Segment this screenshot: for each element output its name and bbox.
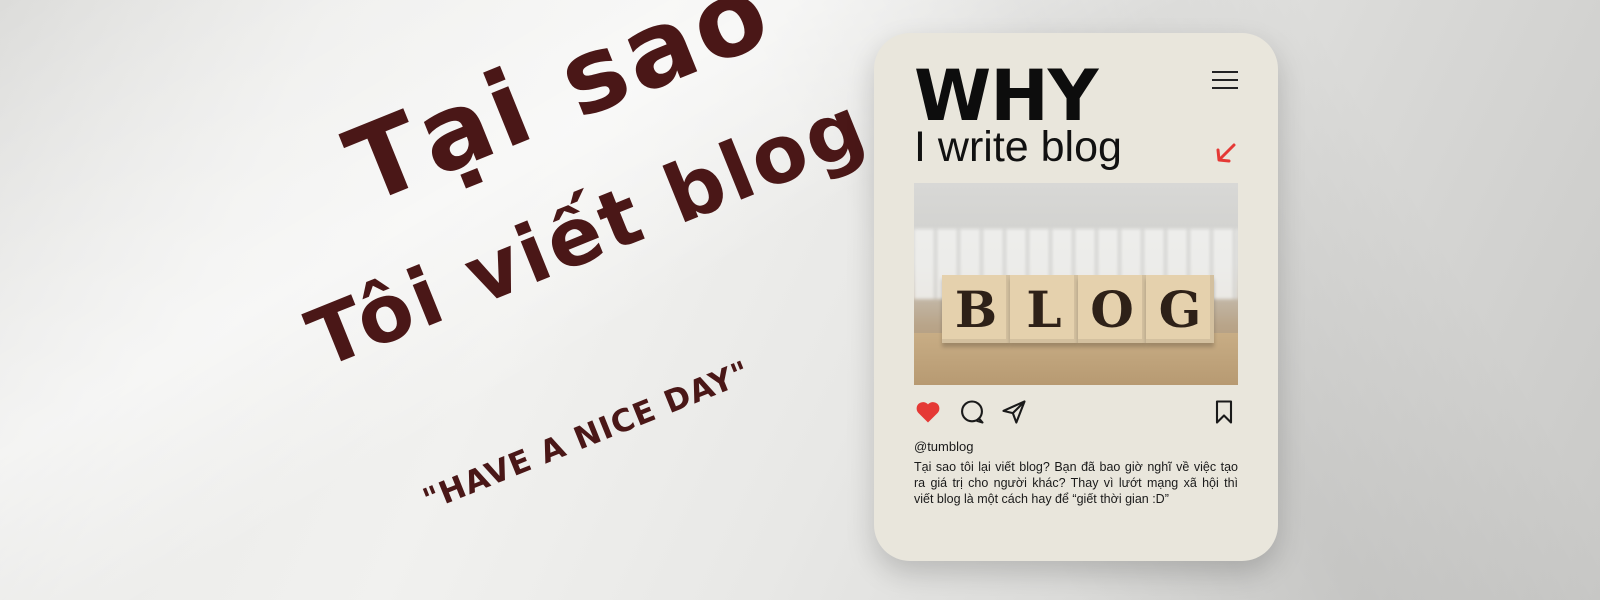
post-photo: B L O G [914, 183, 1238, 385]
post-caption: Tại sao tôi lại viết blog? Bạn đã bao gi… [914, 460, 1238, 506]
letter-block: G [1146, 275, 1214, 343]
post-handle[interactable]: @tumblog [914, 439, 973, 454]
post-actions [914, 398, 1238, 426]
menu-icon[interactable] [1212, 71, 1238, 89]
heart-icon[interactable] [914, 398, 942, 426]
arrow-down-left-icon [1216, 143, 1236, 163]
comment-icon[interactable] [958, 398, 986, 426]
letter-block: L [1010, 275, 1078, 343]
background-shade [0, 0, 1600, 600]
letter-block: O [1078, 275, 1146, 343]
card-subtitle: I write blog [914, 123, 1122, 171]
bookmark-icon[interactable] [1210, 398, 1238, 426]
letter-block: B [942, 275, 1010, 343]
card-title: WHY [914, 55, 1098, 137]
post-card: WHY I write blog B L O G @tumblog Tại sa… [874, 33, 1278, 561]
send-icon[interactable] [1000, 398, 1028, 426]
